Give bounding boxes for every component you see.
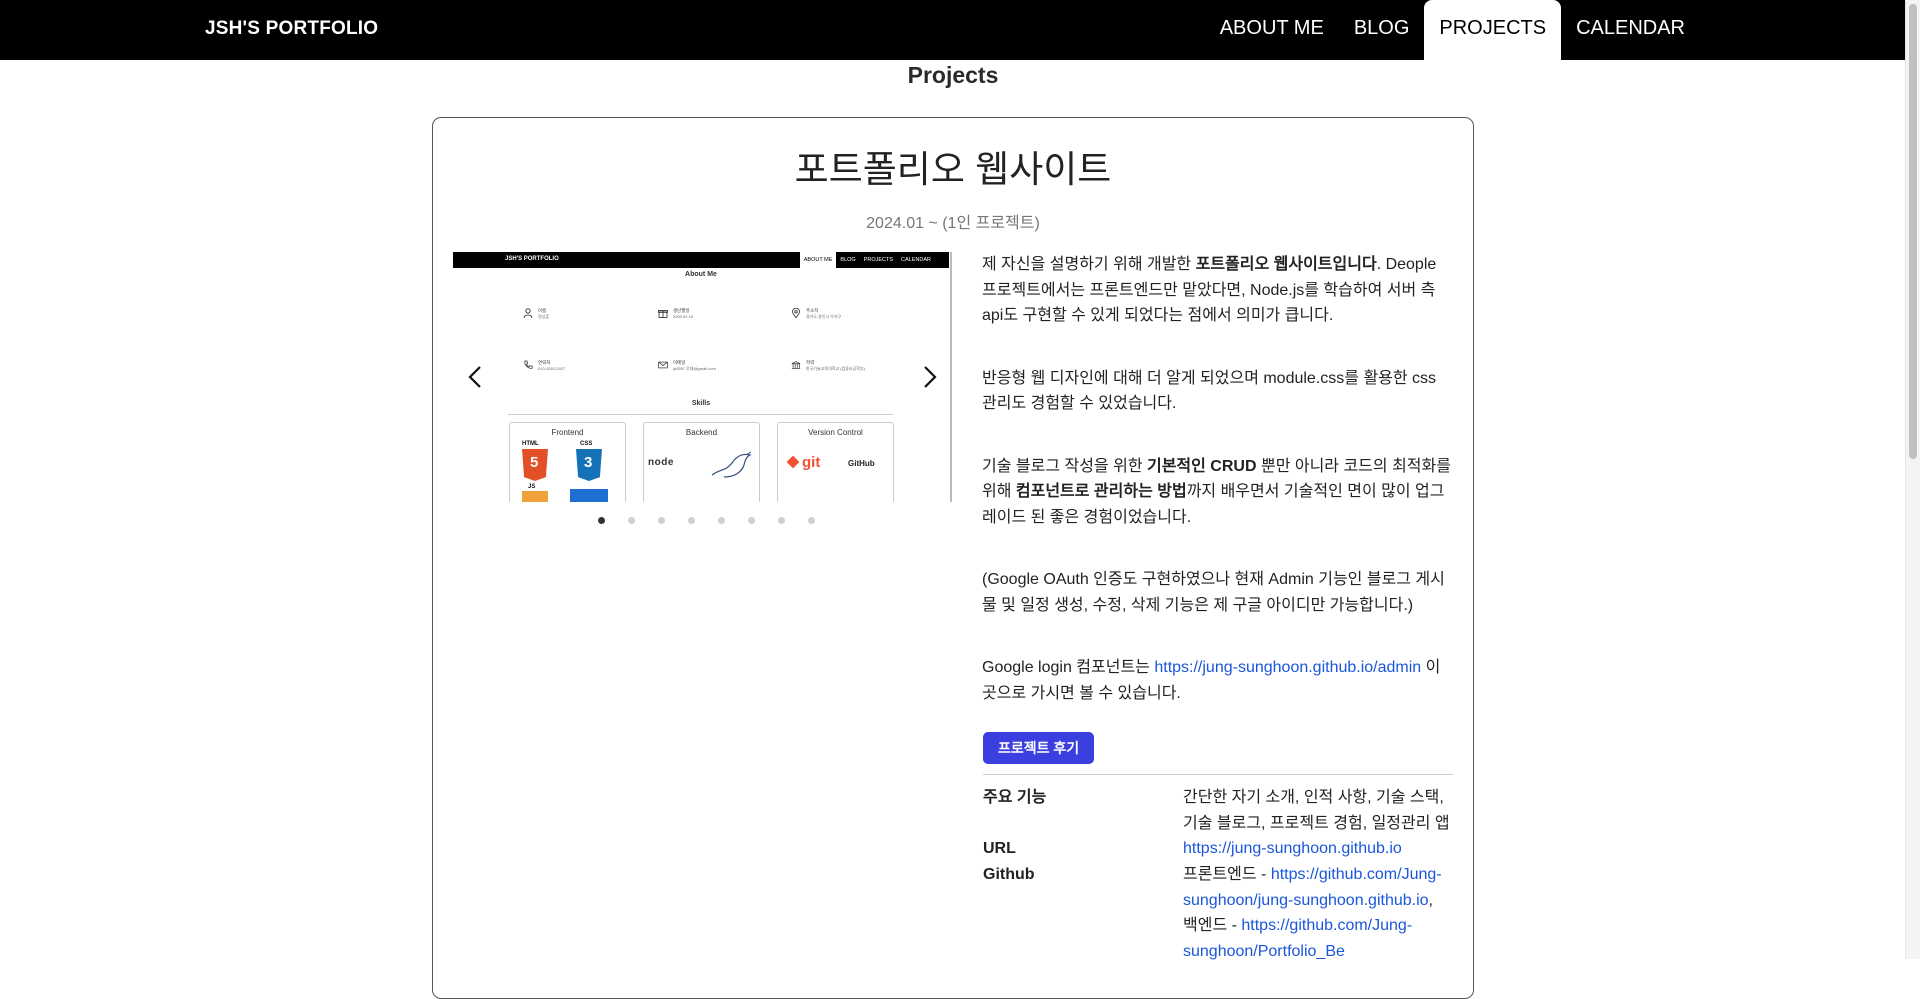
chevron-left-icon <box>468 366 481 388</box>
carousel-edge-line <box>950 252 952 502</box>
carousel-dot[interactable] <box>598 517 605 524</box>
preview-nav-projects: PROJECTS <box>863 257 894 263</box>
text-span: , <box>1428 891 1433 909</box>
css3-number: 3 <box>584 454 593 471</box>
js-logo-label: JS <box>528 484 536 490</box>
description-paragraph: 반응형 웹 디자인에 대해 더 알게 되었으며 module.css를 활용한 … <box>982 369 1437 413</box>
preview-info-value: 정성훈 <box>538 314 550 319</box>
preview-heading: About Me <box>685 271 717 278</box>
carousel-dot[interactable] <box>748 517 755 524</box>
phone-icon <box>524 360 533 369</box>
carousel-dot[interactable] <box>718 517 725 524</box>
carousel-slide-screenshot: JSH'S PORTFOLIO ABOUT ME BLOG PROJECTS C… <box>453 252 949 502</box>
nav-link-projects[interactable]: PROJECTS <box>1424 0 1562 60</box>
person-icon <box>523 308 533 318</box>
scrollbar-thumb[interactable] <box>1909 4 1917 459</box>
carousel-dots <box>453 517 949 527</box>
preview-skill-backend: Backend node <box>643 422 760 502</box>
html5-number: 5 <box>530 454 539 471</box>
carousel-dot[interactable] <box>628 517 635 524</box>
info-value: 간단한 자기 소개, 인적 사항, 기술 스택, 기술 블로그, 프로젝트 경험… <box>1183 789 1450 832</box>
description-paragraph: 제 자신을 설명하기 위해 개발한 포트폴리오 웹사이트입니다. Deople … <box>982 252 1452 329</box>
preview-info-value: 2000.02.16 <box>673 314 694 319</box>
project-image-carousel: JSH'S PORTFOLIO ABOUT ME BLOG PROJECTS C… <box>453 252 952 502</box>
page-scrollbar[interactable] <box>1905 0 1920 959</box>
project-title: 포트폴리오 웹사이트 <box>794 149 1112 190</box>
css-logo-label: CSS <box>580 441 593 447</box>
site-brand[interactable]: JSH'S PORTFOLIO <box>205 0 378 60</box>
description-paragraph: (Google OAuth 인증도 구현하였으나 현재 Admin 기능인 블로… <box>982 571 1445 614</box>
preview-brand: JSH'S PORTFOLIO <box>505 256 559 262</box>
building-columns-icon <box>791 361 801 369</box>
mail-icon <box>658 361 668 369</box>
project-description: 제 자신을 설명하기 위해 개발한 포트폴리오 웹사이트입니다. Deople … <box>982 252 1452 743</box>
preview-info-value: 경기도 용인시 수지구 <box>806 314 842 319</box>
info-label: 주요 기능 <box>983 789 1047 806</box>
preview-info-value: ju0557 루데@gmail.com <box>673 366 716 371</box>
preview-skill-frontend: Frontend HTML 5 CSS 3 JS <box>509 422 626 502</box>
text-span: Google login 컴포넌트는 <box>982 659 1155 676</box>
gift-icon <box>658 310 668 318</box>
description-paragraph: Google login 컴포넌트는 https://jung-sunghoon… <box>982 655 1452 706</box>
text-span: 프론트엔드 - <box>1183 866 1271 883</box>
bold-text: 기본적인 CRUD <box>1146 457 1257 475</box>
info-value: https://jung-sunghoon.github.io <box>1183 836 1453 862</box>
preview-skills-heading: Skills <box>691 400 711 407</box>
carousel-dot[interactable] <box>658 517 665 524</box>
text-span: 제 자신을 설명하기 위해 개발한 <box>982 256 1196 273</box>
project-card: 포트폴리오 웹사이트 2024.01 ~ (1인 프로젝트) JSH'S POR… <box>432 117 1474 999</box>
carousel-dot[interactable] <box>808 517 815 524</box>
javascript-icon <box>522 491 548 502</box>
preview-skill-heading: Frontend <box>551 428 584 437</box>
project-review-button[interactable]: 프로젝트 후기 <box>983 732 1095 764</box>
preview-skill-version-control: Version Control git GitHub <box>777 422 894 502</box>
nav-link-about-me[interactable]: ABOUT ME <box>1205 0 1339 60</box>
top-navbar: JSH'S PORTFOLIO ABOUT ME BLOG PROJECTS C… <box>0 0 1906 60</box>
site-url-link[interactable]: https://jung-sunghoon.github.io <box>1183 840 1402 857</box>
preview-divider <box>508 414 893 415</box>
info-label: Github <box>983 866 1035 883</box>
preview-nav-blog: BLOG <box>840 257 856 263</box>
preview-nav-links: ABOUT ME BLOG PROJECTS CALENDAR <box>799 252 935 268</box>
chevron-right-icon <box>924 366 937 388</box>
admin-link[interactable]: https://jung-sunghoon.github.io/admin <box>1154 659 1421 676</box>
description-paragraph: 기술 블로그 작성을 위한 기본적인 CRUD 뿐만 아니라 코드의 최적화를 … <box>982 454 1452 531</box>
text-span: 백엔드 - <box>1183 917 1242 934</box>
carousel-dot[interactable] <box>778 517 785 524</box>
nodejs-logo: node <box>648 457 674 468</box>
nav-links: ABOUT ME BLOG PROJECTS CALENDAR <box>1205 0 1700 60</box>
preview-skill-heading: Backend <box>685 428 718 437</box>
git-logo: git <box>802 454 821 471</box>
project-period: 2024.01 ~ (1인 프로젝트) <box>866 215 1040 232</box>
preview-skill-heading: Version Control <box>808 428 863 437</box>
page-title: Projects <box>907 62 999 88</box>
carousel-prev-button[interactable] <box>460 362 490 392</box>
bold-text: 컴포넌트로 관리하는 방법 <box>1015 483 1187 500</box>
nav-link-calendar[interactable]: CALENDAR <box>1561 0 1700 60</box>
git-diamond-icon <box>786 455 800 469</box>
preview-nav-calendar: CALENDAR <box>901 257 931 263</box>
info-divider <box>983 774 1453 775</box>
text-span: 기술 블로그 작성을 위한 <box>982 457 1147 475</box>
nav-link-blog[interactable]: BLOG <box>1339 0 1425 60</box>
carousel-next-button[interactable] <box>915 362 945 392</box>
info-value: 프론트엔드 - https://github.com/Jung-sunghoon… <box>1183 862 1453 964</box>
github-logo: GitHub <box>848 459 875 468</box>
info-label: URL <box>983 840 1016 857</box>
preview-info-value: 010-4263-2927 <box>538 366 566 371</box>
mariadb-seal-icon <box>711 451 752 478</box>
typescript-icon <box>570 489 608 502</box>
preview-nav-about: ABOUT ME <box>799 252 837 268</box>
bold-text: 포트폴리오 웹사이트입니다 <box>1195 256 1377 273</box>
carousel-dot[interactable] <box>688 517 695 524</box>
html-logo-label: HTML <box>522 441 539 447</box>
preview-info-value: 한국기술교육대학교 (컴퓨터공학부) <box>806 366 865 371</box>
preview-navbar: JSH'S PORTFOLIO ABOUT ME BLOG PROJECTS C… <box>453 252 949 268</box>
location-pin-icon <box>792 308 800 318</box>
